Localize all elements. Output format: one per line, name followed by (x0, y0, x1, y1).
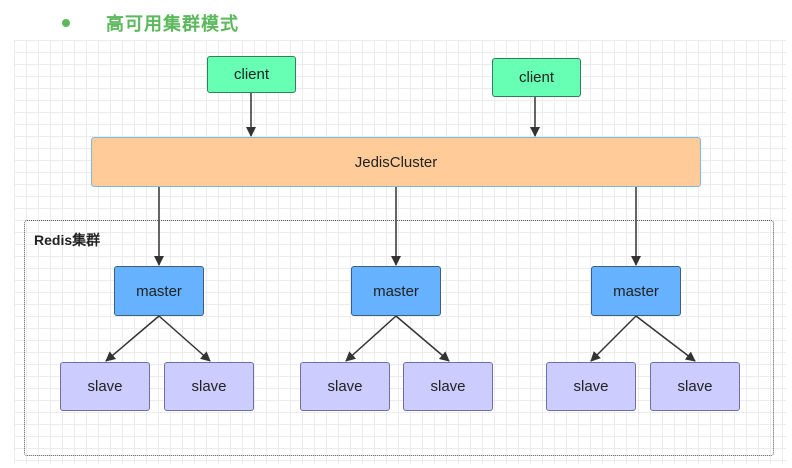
redis-cluster-group (24, 220, 774, 456)
slave-label: slave (191, 378, 227, 395)
master-label: master (373, 282, 419, 300)
master-node-3[interactable]: master (591, 266, 681, 316)
client-label: client (518, 69, 555, 86)
slave-node-3b[interactable]: slave (650, 362, 740, 411)
master-label: master (136, 282, 182, 300)
master-label: master (613, 282, 659, 300)
client-label: client (233, 66, 270, 83)
client-node-1[interactable]: client (207, 56, 296, 93)
slave-label: slave (327, 378, 363, 395)
jedis-cluster-node[interactable]: JedisCluster (91, 137, 701, 187)
slave-node-1b[interactable]: slave (164, 362, 254, 411)
master-node-1[interactable]: master (114, 266, 204, 316)
router-label: JedisCluster (354, 153, 438, 171)
slave-node-2a[interactable]: slave (300, 362, 390, 411)
client-node-2[interactable]: client (492, 58, 581, 97)
slave-node-1a[interactable]: slave (60, 362, 150, 411)
cluster-label: Redis集群 (34, 232, 101, 248)
slave-node-2b[interactable]: slave (403, 362, 493, 411)
slave-label: slave (573, 378, 609, 395)
slave-node-3a[interactable]: slave (546, 362, 636, 411)
slave-label: slave (87, 378, 123, 395)
slave-label: slave (677, 378, 713, 395)
master-node-2[interactable]: master (351, 266, 441, 316)
slave-label: slave (430, 378, 466, 395)
